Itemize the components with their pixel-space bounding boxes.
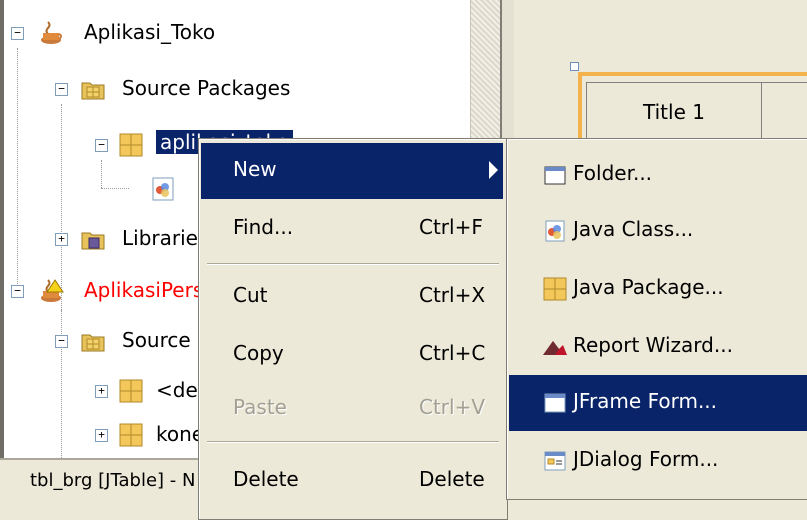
status-text: tbl_brg [JTable] - N [30, 470, 196, 491]
tree-node-label: AplikasiPerse [84, 278, 216, 302]
menu-item-copy[interactable]: Copy Ctrl+C [201, 327, 503, 383]
window-edge [0, 0, 4, 458]
jframe-form-icon [544, 393, 566, 413]
menu-separator [207, 441, 499, 443]
menu-item-find[interactable]: Find... Ctrl+F [201, 201, 503, 257]
folder-icon [544, 166, 566, 185]
table-column-header[interactable]: Title 1 [587, 83, 762, 141]
expand-icon[interactable]: + [55, 233, 68, 246]
menu-separator [207, 263, 499, 265]
java-package-icon [543, 277, 567, 301]
expand-icon[interactable]: + [95, 385, 108, 398]
package-icon [119, 133, 143, 157]
menu-shortcut: Ctrl+V [419, 395, 486, 419]
tree-node-source-packages[interactable]: − Source Packages [0, 72, 470, 106]
collapse-icon[interactable]: − [55, 83, 68, 96]
menu-item-delete[interactable]: Delete Delete [201, 453, 503, 509]
libraries-icon [81, 232, 105, 250]
jdialog-form-icon [544, 451, 566, 471]
tree-node-label: kone [156, 422, 205, 446]
source-packages-folder-icon [81, 334, 105, 352]
context-menu[interactable]: New Find... Ctrl+F Cut Ctrl+X Copy Ctrl+… [198, 138, 508, 520]
tree-node-label: Source Packages [122, 76, 291, 100]
submenu-item-folder[interactable]: Folder... [509, 147, 807, 203]
menu-item-new[interactable]: New [201, 143, 503, 199]
menu-item-paste: Paste Ctrl+V [233, 395, 486, 419]
expand-icon[interactable]: + [95, 429, 108, 442]
resize-handle[interactable] [570, 62, 579, 71]
menu-item-cut[interactable]: Cut Ctrl+X [201, 269, 503, 325]
submenu-item-jframe-form[interactable]: JFrame Form... [509, 375, 807, 431]
source-packages-folder-icon [81, 82, 105, 100]
table-header[interactable]: Title 1 [586, 82, 807, 144]
report-wizard-icon [543, 341, 567, 355]
menu-shortcut: Ctrl+F [419, 215, 483, 239]
package-icon [119, 379, 143, 403]
tree-node-label: Source F [122, 328, 209, 352]
menu-shortcut: Delete [419, 467, 485, 491]
menu-shortcut: Ctrl+C [419, 341, 486, 365]
java-project-warning-icon [41, 279, 64, 302]
collapse-icon[interactable]: − [11, 27, 24, 40]
tree-node-label: Aplikasi_Toko [84, 20, 216, 44]
menu-shortcut: Ctrl+X [419, 283, 486, 307]
tree-node-label: <de [156, 378, 198, 402]
submenu-item-java-package[interactable]: Java Package... [509, 261, 807, 317]
submenu-item-java-class[interactable]: Java Class... [509, 203, 807, 259]
tree-node-aplikasi-toko[interactable]: − Aplikasi_Toko [0, 16, 470, 50]
collapse-icon[interactable]: − [55, 335, 68, 348]
new-submenu[interactable]: Folder... Java Class... Java Package... … [506, 138, 807, 500]
collapse-icon[interactable]: − [95, 139, 108, 152]
package-icon [119, 423, 143, 447]
java-project-icon [41, 21, 62, 44]
submenu-item-jdialog-form[interactable]: JDialog Form... [509, 433, 807, 489]
tree-node-label: Libraries [122, 226, 209, 250]
collapse-icon[interactable]: − [11, 285, 24, 298]
submenu-item-report-wizard[interactable]: Report Wizard... [509, 319, 807, 375]
submenu-arrow-icon [489, 161, 498, 179]
java-class-icon [545, 220, 565, 242]
java-file-icon [152, 177, 174, 201]
